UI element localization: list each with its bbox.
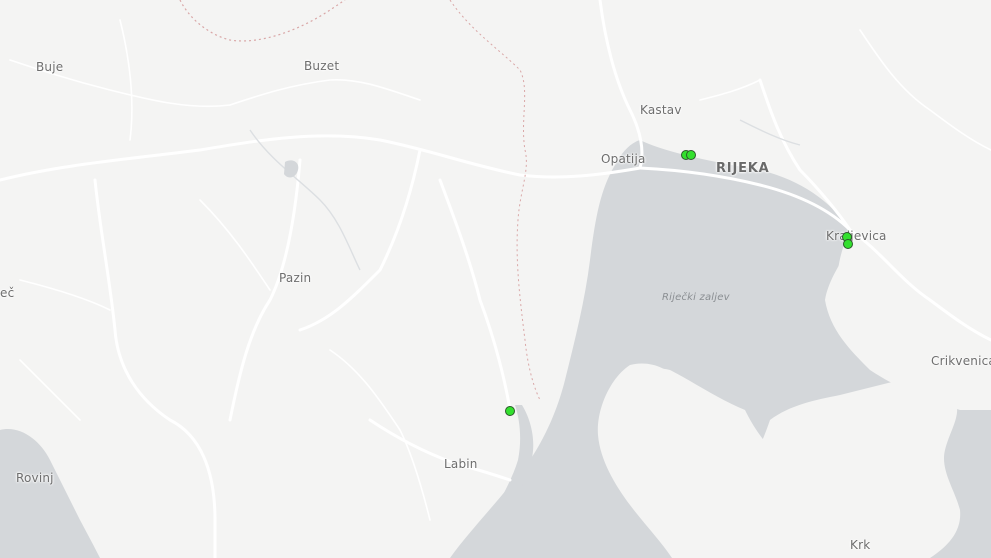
map-marker[interactable]	[505, 406, 515, 416]
map-canvas[interactable]: Buje Buzet Kastav Opatija RIJEKA Kraljev…	[0, 0, 991, 558]
place-label-buje: Buje	[36, 60, 64, 74]
place-label-rijeka: RIJEKA	[716, 161, 770, 176]
place-label-krk: Krk	[850, 538, 871, 552]
place-label-labin: Labin	[444, 457, 478, 471]
place-label-crikvenica: Crikvenica	[931, 354, 991, 368]
place-label-kastav: Kastav	[640, 103, 682, 117]
water-label-rijecki-zaljev: Riječki zaljev	[662, 292, 730, 303]
place-label-opatija: Opatija	[601, 152, 646, 166]
map-marker[interactable]	[843, 239, 853, 249]
map-basemap	[0, 0, 991, 558]
place-label-kraljevica: Kraljevica	[826, 229, 887, 243]
place-label-buzet: Buzet	[304, 59, 340, 73]
map-marker[interactable]	[686, 150, 696, 160]
place-label-rovinj: Rovinj	[16, 471, 54, 485]
place-label-pazin: Pazin	[279, 271, 312, 285]
place-label-partial-ec: eč	[0, 286, 15, 300]
